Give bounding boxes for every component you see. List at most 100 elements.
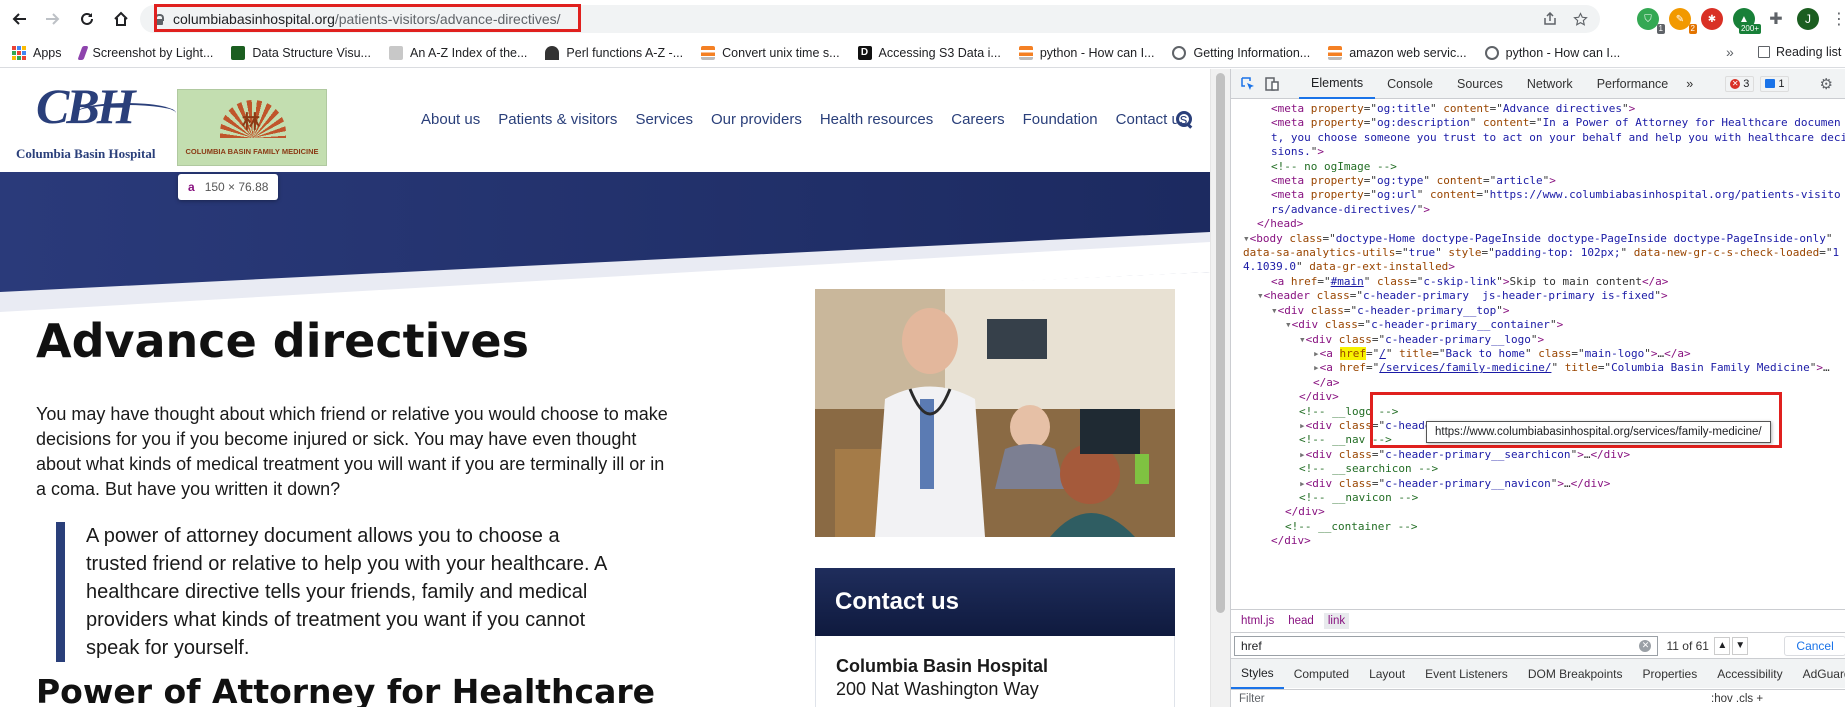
dom-tree-line[interactable]: ▸<a href="/" title="Back to home" class=… bbox=[1231, 346, 1845, 361]
tab-computed[interactable]: Computed bbox=[1284, 659, 1359, 689]
bookmark-apps[interactable]: Apps bbox=[12, 45, 62, 60]
nav-health-resources[interactable]: Health resources bbox=[820, 111, 933, 128]
bookmark-label: Getting Information... bbox=[1193, 45, 1311, 60]
breadcrumb-html[interactable]: html.js bbox=[1237, 613, 1278, 629]
bookmark-star-icon[interactable] bbox=[1573, 11, 1588, 27]
shield-extension-icon[interactable]: ⛉ 1 bbox=[1637, 8, 1665, 34]
dom-tree-line[interactable]: ▾<div class="c-header-primary__top"> bbox=[1231, 304, 1845, 318]
share-icon[interactable] bbox=[1543, 11, 1557, 26]
dom-tree-line[interactable]: <a href="#main" class="c-skip-link">Skip… bbox=[1231, 275, 1845, 289]
tab-styles[interactable]: Styles bbox=[1231, 659, 1284, 689]
nav-our-providers[interactable]: Our providers bbox=[711, 111, 802, 128]
red-extension-icon[interactable]: ✱ bbox=[1701, 8, 1723, 30]
inspect-element-icon[interactable] bbox=[1241, 76, 1255, 92]
bookmark-item[interactable]: Convert unix time s... bbox=[701, 45, 840, 60]
clear-search-icon[interactable]: ✕ bbox=[1639, 639, 1652, 652]
messages-badge[interactable]: 1 bbox=[1760, 75, 1790, 92]
dom-tree-line[interactable]: ▸<a href="/services/family-medicine/" ti… bbox=[1231, 361, 1845, 375]
dom-search-input[interactable]: href ✕ bbox=[1234, 635, 1659, 656]
dom-tree-line[interactable]: 4.1039.0" data-gr-ext-installed> bbox=[1231, 260, 1845, 274]
tab-adguard[interactable]: AdGuard bbox=[1793, 659, 1845, 689]
bookmark-label: Convert unix time s... bbox=[722, 45, 840, 60]
profile-avatar[interactable]: J bbox=[1797, 8, 1819, 30]
bookmark-item[interactable]: python - How can I... bbox=[1484, 45, 1620, 60]
tab-sources[interactable]: Sources bbox=[1445, 69, 1515, 99]
dom-tree-line[interactable]: rs/advance-directives/"> bbox=[1231, 203, 1845, 217]
chrome-menu-icon[interactable]: ⋮ bbox=[1831, 9, 1845, 29]
dom-tree-line[interactable]: sions."> bbox=[1231, 145, 1845, 159]
dom-tree-line[interactable]: <!-- __navicon --> bbox=[1231, 491, 1845, 505]
dom-tree-line[interactable]: </div> bbox=[1231, 534, 1845, 548]
bookmark-item[interactable]: An A-Z Index of the... bbox=[388, 45, 527, 60]
dom-tree-line[interactable]: </head> bbox=[1231, 217, 1845, 231]
contact-address: 200 Nat Washington Way bbox=[836, 679, 1039, 699]
next-match-button[interactable]: ▼ bbox=[1732, 636, 1749, 655]
family-medicine-logo[interactable]: 林 COLUMBIA BASIN FAMILY MEDICINE bbox=[177, 89, 327, 166]
dom-tree-line[interactable]: ▸<div class="c-header-primary__searchico… bbox=[1231, 448, 1845, 462]
bookmark-item[interactable]: Screenshot by Light... bbox=[76, 45, 213, 60]
reading-list-button[interactable]: Reading list bbox=[1758, 45, 1841, 59]
nav-services[interactable]: Services bbox=[635, 111, 693, 128]
nav-foundation[interactable]: Foundation bbox=[1023, 111, 1098, 128]
tab-dom-breakpoints[interactable]: DOM Breakpoints bbox=[1518, 659, 1633, 689]
tab-performance[interactable]: Performance bbox=[1585, 69, 1681, 99]
dom-tree-line[interactable]: <meta property="og:type" content="articl… bbox=[1231, 174, 1845, 188]
tab-event-listeners[interactable]: Event Listeners bbox=[1415, 659, 1518, 689]
dom-tree-line[interactable]: t, you choose someone you trust to act o… bbox=[1231, 131, 1845, 145]
bookmark-item[interactable]: python - How can I... bbox=[1018, 45, 1154, 60]
dom-tree-line[interactable]: ▾<body class="doctype-Home doctype-PageI… bbox=[1231, 232, 1845, 246]
tab-layout[interactable]: Layout bbox=[1359, 659, 1415, 689]
scrollbar-thumb[interactable] bbox=[1216, 73, 1225, 613]
cancel-search-button[interactable]: Cancel bbox=[1784, 635, 1845, 656]
bookmark-item[interactable]: Data Structure Visu... bbox=[231, 45, 371, 60]
dom-tree-line[interactable]: ▾<header class="c-header-primary js-head… bbox=[1231, 289, 1845, 303]
dom-tree-line[interactable]: <meta property="og:description" content=… bbox=[1231, 116, 1845, 130]
back-button[interactable] bbox=[4, 4, 34, 34]
tab-elements[interactable]: Elements bbox=[1299, 69, 1376, 99]
hospital-logo[interactable]: CBH Columbia Basin Hospital bbox=[16, 77, 176, 162]
filter-toggles[interactable]: :hov .cls + bbox=[1711, 693, 1763, 705]
dom-tree-line[interactable]: </a> bbox=[1231, 376, 1845, 390]
dom-tree-line[interactable]: <!-- __container --> bbox=[1231, 520, 1845, 534]
counter-extension-icon[interactable]: ▲ 200+ bbox=[1733, 8, 1761, 34]
home-button[interactable] bbox=[106, 4, 136, 34]
bookmark-item[interactable]: Getting Information... bbox=[1172, 45, 1311, 60]
nav-about-us[interactable]: About us bbox=[421, 111, 480, 128]
bookmark-item[interactable]: amazon web servic... bbox=[1328, 45, 1467, 60]
dom-tree-line[interactable]: <!-- no ogImage --> bbox=[1231, 160, 1845, 174]
error-count: 3 bbox=[1743, 77, 1750, 90]
errors-badge[interactable]: ✕ 3 bbox=[1725, 75, 1755, 92]
ext-badge: 200+ bbox=[1738, 24, 1761, 34]
settings-gear-icon[interactable]: ⚙ bbox=[1819, 76, 1832, 93]
breadcrumb-link[interactable]: link bbox=[1323, 612, 1350, 629]
dom-tree-line[interactable]: ▸<div class="c-header-primary__navicon">… bbox=[1231, 477, 1845, 491]
styles-filter[interactable]: Filter :hov .cls + bbox=[1231, 689, 1845, 707]
dom-tree-line[interactable]: data-sa-analytics-utils="true" style="pa… bbox=[1231, 246, 1845, 260]
search-icon[interactable] bbox=[1176, 111, 1192, 127]
tab-accessibility[interactable]: Accessibility bbox=[1707, 659, 1792, 689]
dom-tree-line[interactable]: </div> bbox=[1231, 505, 1845, 519]
breadcrumb-head[interactable]: head bbox=[1284, 613, 1318, 629]
more-tabs-button[interactable]: » bbox=[1680, 69, 1699, 99]
device-toolbar-icon[interactable] bbox=[1265, 76, 1279, 92]
nav-patients-visitors[interactable]: Patients & visitors bbox=[498, 111, 617, 128]
forward-button[interactable] bbox=[38, 4, 68, 34]
bookmarks-overflow-button[interactable]: » bbox=[1726, 44, 1734, 60]
dom-tree-line[interactable]: ▾<div class="c-header-primary__logo"> bbox=[1231, 333, 1845, 347]
reload-button[interactable] bbox=[72, 4, 102, 34]
dom-tree-line[interactable]: <meta property="og:url" content="https:/… bbox=[1231, 188, 1845, 202]
dom-tree[interactable]: <meta property="og:title" content="Advan… bbox=[1231, 100, 1845, 600]
bookmark-item[interactable]: D Accessing S3 Data i... bbox=[857, 45, 1001, 60]
tab-properties[interactable]: Properties bbox=[1633, 659, 1708, 689]
tab-console[interactable]: Console bbox=[1375, 69, 1445, 99]
screenshot-extension-icon[interactable]: ✎ 2 bbox=[1669, 8, 1697, 34]
page-scrollbar[interactable] bbox=[1210, 69, 1230, 707]
nav-careers[interactable]: Careers bbox=[951, 111, 1004, 128]
previous-match-button[interactable]: ▲ bbox=[1714, 636, 1731, 655]
dom-tree-line[interactable]: ▾<div class="c-header-primary__container… bbox=[1231, 318, 1845, 332]
bookmark-item[interactable]: Perl functions A-Z -... bbox=[545, 45, 683, 60]
dom-tree-line[interactable]: <!-- __searchicon --> bbox=[1231, 462, 1845, 476]
dom-tree-line[interactable]: <meta property="og:title" content="Advan… bbox=[1231, 102, 1845, 116]
puzzle-extensions-icon[interactable]: ✚ bbox=[1765, 8, 1787, 30]
tab-network[interactable]: Network bbox=[1515, 69, 1585, 99]
